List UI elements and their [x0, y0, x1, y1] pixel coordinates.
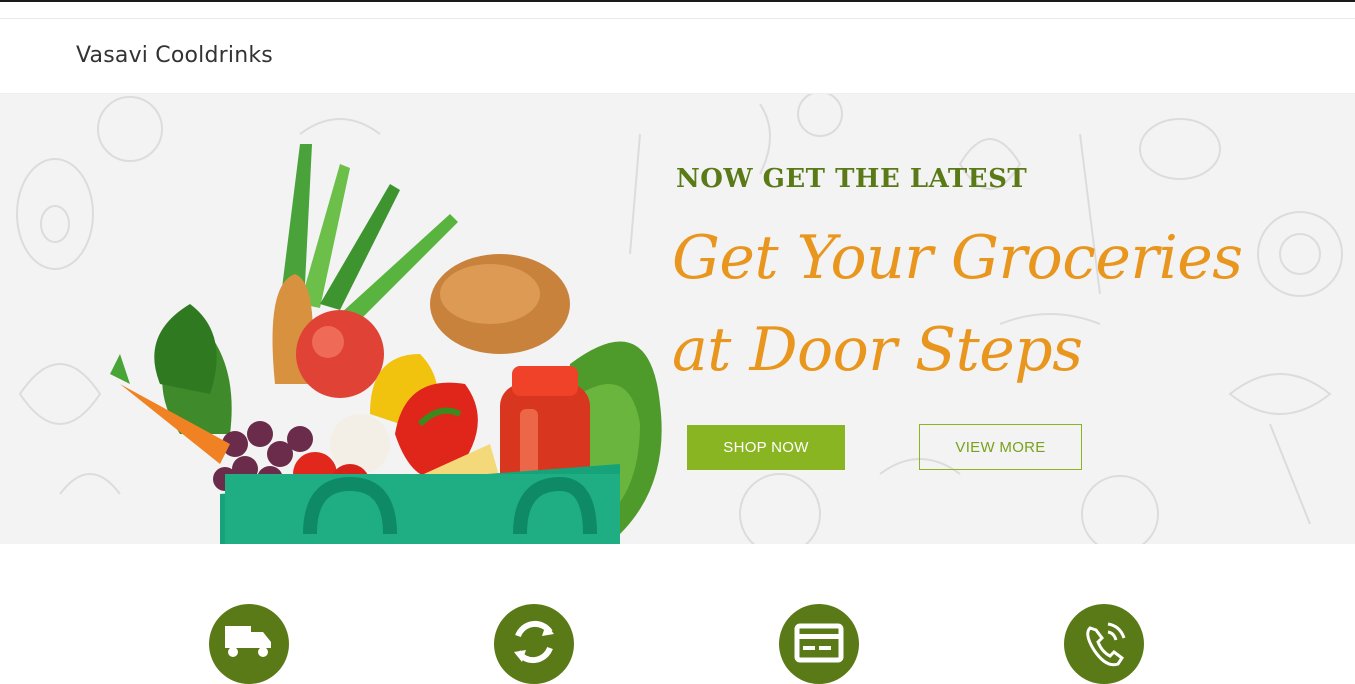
- hero-banner: NOW GET THE LATEST Get Your Groceries at…: [0, 94, 1355, 544]
- top-border: [0, 0, 1355, 2]
- brand-logo-link[interactable]: Vasavi Cooldrinks: [76, 43, 273, 68]
- phone-support-icon: [1064, 604, 1144, 684]
- hero-headline-line2: at Door Steps: [672, 315, 1083, 385]
- hero-headline-line1: Get Your Groceries: [672, 223, 1243, 293]
- navbar: Vasavi Cooldrinks: [0, 19, 1355, 94]
- refresh-icon: [494, 604, 574, 684]
- hero-eyebrow: NOW GET THE LATEST: [676, 164, 1028, 194]
- grocery-bag-illustration: [110, 144, 662, 544]
- shop-now-button[interactable]: SHOP NOW: [687, 425, 845, 470]
- features-row: [0, 544, 1355, 684]
- view-more-button[interactable]: VIEW MORE: [919, 424, 1082, 470]
- credit-card-icon: [779, 604, 859, 684]
- hero-headline: Get Your Groceries at Door Steps: [672, 212, 1292, 396]
- delivery-truck-icon: [209, 604, 289, 684]
